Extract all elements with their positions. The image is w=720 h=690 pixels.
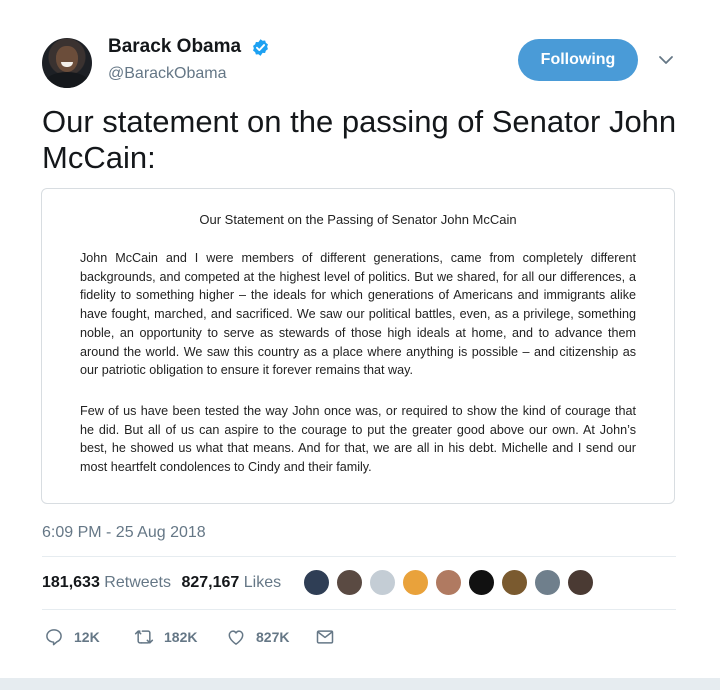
statement-paragraph: Few of us have been tested the way John …	[80, 404, 636, 475]
liker-avatar-2[interactable]	[336, 569, 363, 596]
avatar-face	[56, 46, 78, 72]
statement-title: Our Statement on the Passing of Senator …	[199, 212, 517, 227]
envelope-icon	[316, 630, 334, 644]
likes-count: 827,167	[181, 574, 240, 591]
liker-avatar-9[interactable]	[567, 569, 594, 596]
retweet-button[interactable]: 182K	[134, 626, 197, 648]
liker-avatar-default[interactable]	[369, 569, 396, 596]
tweet-actions: 12K 182K 827K	[42, 626, 682, 648]
liker-avatar-gear[interactable]	[468, 569, 495, 596]
divider	[42, 609, 676, 610]
retweets-stat[interactable]: 181,633 Retweets	[42, 574, 171, 592]
direct-message-button[interactable]	[315, 626, 335, 648]
statement-image[interactable]: Our Statement on the Passing of Senator …	[41, 188, 675, 504]
chevron-down-icon[interactable]	[658, 52, 674, 68]
author-info: Barack Obama @BarackObama	[108, 36, 270, 83]
liker-avatar-8[interactable]	[534, 569, 561, 596]
following-button[interactable]: Following	[518, 39, 638, 81]
liker-avatars	[303, 569, 603, 597]
like-button[interactable]: 827K	[226, 626, 289, 648]
likes-label: Likes	[243, 574, 282, 591]
verified-badge-icon	[252, 38, 268, 56]
retweets-label: Retweets	[104, 574, 171, 591]
author-name[interactable]: Barack Obama	[108, 36, 241, 58]
reply-button[interactable]: 12K	[44, 626, 100, 648]
tweet-timestamp[interactable]: 6:09 PM - 25 Aug 2018	[42, 524, 206, 542]
reply-icon	[46, 629, 62, 646]
tweet-header: Barack Obama @BarackObama Following	[42, 34, 680, 94]
statement-paragraph: John McCain and I were members of differ…	[80, 251, 636, 378]
retweets-count: 181,633	[42, 574, 100, 591]
retweet-count: 182K	[164, 629, 198, 645]
author-avatar[interactable]	[42, 38, 92, 88]
liker-avatar-rainbow[interactable]	[402, 569, 429, 596]
tweet-text: Our statement on the passing of Senator …	[42, 104, 677, 175]
liker-avatar-7[interactable]	[501, 569, 528, 596]
liker-avatar-1[interactable]	[303, 569, 330, 596]
heart-icon	[228, 630, 244, 645]
liker-avatar-5[interactable]	[435, 569, 462, 596]
like-count: 827K	[256, 629, 290, 645]
author-handle[interactable]: @BarackObama	[108, 65, 270, 83]
divider	[42, 556, 676, 557]
likes-stat[interactable]: 827,167 Likes	[181, 574, 281, 592]
reply-count: 12K	[74, 629, 100, 645]
tweet-stats: 181,633 Retweets 827,167 Likes	[42, 574, 287, 592]
retweet-icon	[134, 630, 154, 644]
avatar-body	[44, 72, 90, 88]
page-bottom-edge	[0, 678, 720, 690]
